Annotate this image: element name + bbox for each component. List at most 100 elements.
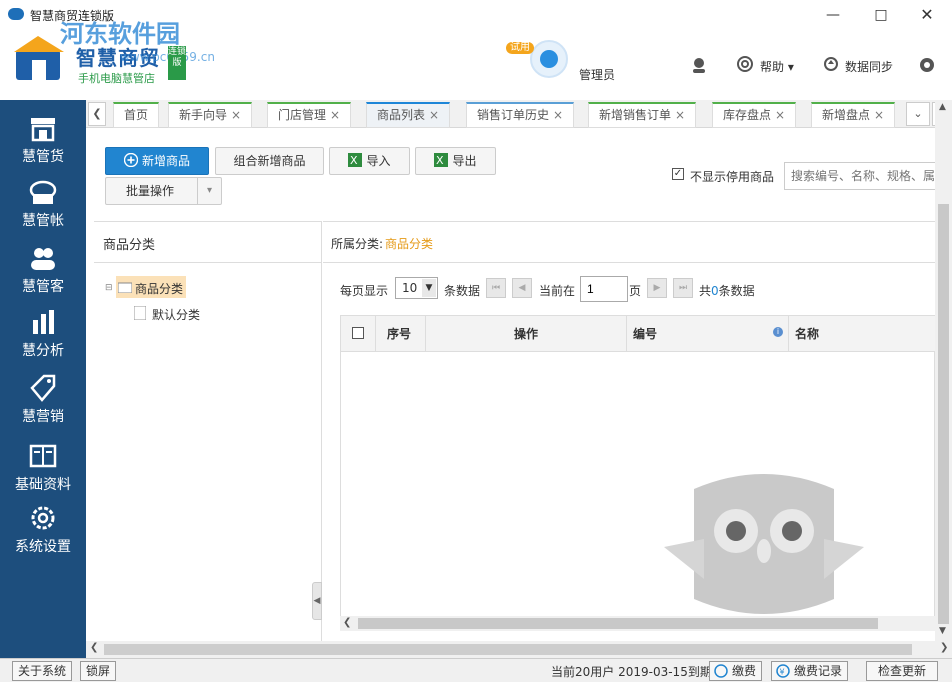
main-sidebar: 慧管货 慧管帐 慧管客 慧分析 慧营销 基础资料 系统设置	[0, 100, 86, 658]
product-grid: 序号 操作 编号 i 名称	[340, 315, 936, 631]
ledger-icon	[29, 180, 57, 204]
sidebar-item-customers[interactable]: 慧管客	[0, 238, 86, 300]
tree-node-root[interactable]: 商品分类	[116, 276, 186, 298]
page-horizontal-scrollbar[interactable]: ❮ ❯	[86, 641, 952, 658]
close-tab-icon: ×	[231, 108, 242, 122]
book-icon	[29, 444, 57, 468]
current-page-input[interactable]	[580, 276, 628, 302]
tab-sales-order-history[interactable]: 销售订单历史 ×	[466, 102, 575, 128]
sidebar-item-analysis[interactable]: 慧分析	[0, 302, 86, 364]
grid-header: 序号 操作 编号 i 名称	[341, 316, 936, 352]
batch-operation-button[interactable]: 批量操作 ▾	[105, 177, 222, 205]
sidebar-item-accounts[interactable]: 慧管帐	[0, 172, 86, 234]
lock-screen-button[interactable]: 锁屏	[80, 661, 117, 681]
last-page-icon[interactable]: ⏭	[673, 278, 693, 298]
user-avatar[interactable]	[530, 40, 568, 78]
current-category-label: 所属分类:	[331, 237, 384, 251]
brand-tagline: 手机电脑慧管店	[78, 72, 155, 85]
about-system-button[interactable]: 关于系统	[12, 661, 73, 681]
total-count: 共0条数据	[699, 284, 755, 298]
hide-disabled-checkbox[interactable]: ✓	[672, 168, 684, 180]
trial-badge: 试用	[506, 42, 534, 54]
document-icon	[134, 306, 146, 320]
close-tab-icon: ×	[553, 108, 564, 122]
hide-disabled-label: 不显示停用商品	[690, 170, 775, 184]
empty-owl-illustration	[664, 474, 864, 614]
first-page-icon[interactable]: ⏮	[486, 278, 506, 298]
tab-guide[interactable]: 新手向导 ×	[168, 102, 253, 128]
close-tab-icon: ×	[775, 108, 786, 122]
license-info: 当前20用户 2019-03-15到期	[551, 665, 712, 679]
excel-export-icon: X	[434, 153, 449, 167]
plus-circle-icon	[123, 153, 138, 167]
tree-collapse-icon[interactable]: ⊟	[105, 283, 113, 293]
tab-store-management[interactable]: 门店管理 ×	[267, 102, 352, 128]
support-icon[interactable]	[690, 56, 708, 74]
minimize-button[interactable]: —	[818, 4, 848, 26]
tab-stocktake[interactable]: 库存盘点 ×	[712, 102, 797, 128]
tab-bar: ❮ 首页 新手向导 × 门店管理 × 商品列表 × 销售订单历史 × 新增销售订单 × 库…	[86, 100, 952, 128]
next-page-icon[interactable]: ▶	[647, 278, 667, 298]
sidebar-item-marketing[interactable]: 慧营销	[0, 368, 86, 430]
sidebar-item-system-settings[interactable]: 系统设置	[0, 498, 86, 560]
sidebar-item-basic-data[interactable]: 基础资料	[0, 436, 86, 498]
col-actions[interactable]: 操作	[426, 316, 627, 352]
chevron-down-icon: ▾	[197, 178, 221, 204]
status-bar: 关于系统 锁屏 当前20用户 2019-03-15到期 缴费 ¥ 缴费记录 检查…	[0, 658, 952, 682]
category-panel: 商品分类 ⊟ 商品分类 默认分类	[94, 221, 322, 641]
tag-icon	[30, 374, 56, 402]
chevron-down-icon: ▼	[422, 279, 436, 297]
maximize-button[interactable]: □	[866, 4, 896, 26]
help-icon[interactable]	[737, 56, 755, 74]
import-button[interactable]: X 导入	[329, 147, 410, 175]
select-all-checkbox[interactable]	[352, 327, 364, 339]
col-code[interactable]: 编号	[627, 316, 789, 352]
pay-records-button[interactable]: ¥ 缴费记录	[771, 661, 849, 681]
page-vertical-scrollbar[interactable]: ▲ ▼	[935, 100, 952, 641]
close-tab-icon: ×	[429, 108, 440, 122]
sidebar-item-goods[interactable]: 慧管货	[0, 108, 86, 170]
prev-page-icon[interactable]: ◀	[512, 278, 532, 298]
tab-list-dropdown[interactable]: ⌄	[906, 102, 930, 126]
settings-gear-icon[interactable]	[918, 56, 936, 74]
store-icon	[31, 118, 55, 142]
help-menu[interactable]: 帮助 ▾	[760, 58, 794, 75]
grid-horizontal-scrollbar[interactable]: ❮	[340, 616, 935, 631]
svg-text:X: X	[350, 154, 358, 167]
current-page-label: 当前在	[539, 284, 576, 298]
close-tab-icon: ×	[675, 108, 686, 122]
excel-import-icon: X	[348, 153, 363, 167]
customers-icon	[31, 248, 55, 270]
col-name[interactable]: 名称	[789, 316, 936, 352]
category-panel-title: 商品分类	[103, 238, 156, 253]
close-button[interactable]: ✕	[912, 4, 942, 26]
pay-button[interactable]: 缴费	[709, 661, 763, 681]
sync-icon[interactable]	[823, 56, 841, 74]
edition-badge: 连锁版	[168, 46, 186, 80]
combo-add-product-button[interactable]: 组合新增商品	[215, 147, 324, 175]
add-product-button[interactable]: 新增商品	[105, 147, 209, 175]
app-header: 河东软件园 智慧商贸 www.pc0359.cn 手机电脑慧管店 连锁版 试用 …	[0, 20, 952, 100]
per-page-select[interactable]: 10 ▼	[395, 277, 438, 299]
collapse-panel-handle[interactable]: ◀	[312, 582, 322, 620]
svg-text:X: X	[436, 154, 444, 167]
data-sync-button[interactable]: 数据同步	[845, 58, 893, 75]
check-update-button[interactable]: 检查更新	[866, 661, 938, 681]
tab-scroll-left[interactable]: ❮	[88, 102, 106, 126]
tab-new-sales-order[interactable]: 新增销售订单 ×	[588, 102, 697, 128]
close-tab-icon: ×	[874, 108, 885, 122]
tab-home[interactable]: 首页	[113, 102, 160, 128]
app-icon	[8, 8, 24, 20]
tab-new-stocktake[interactable]: 新增盘点 ×	[811, 102, 896, 128]
product-search-input[interactable]	[784, 162, 944, 190]
user-name[interactable]: 管理员	[579, 66, 615, 83]
folder-icon	[118, 282, 132, 293]
svg-text:¥: ¥	[780, 668, 785, 677]
per-page-unit: 条数据	[444, 284, 481, 298]
info-icon[interactable]: i	[773, 327, 783, 337]
tab-product-list[interactable]: 商品列表 ×	[366, 102, 451, 128]
bar-chart-icon	[33, 310, 54, 334]
col-index[interactable]: 序号	[376, 316, 426, 352]
export-button[interactable]: X 导出	[415, 147, 496, 175]
close-tab-icon: ×	[330, 108, 341, 122]
